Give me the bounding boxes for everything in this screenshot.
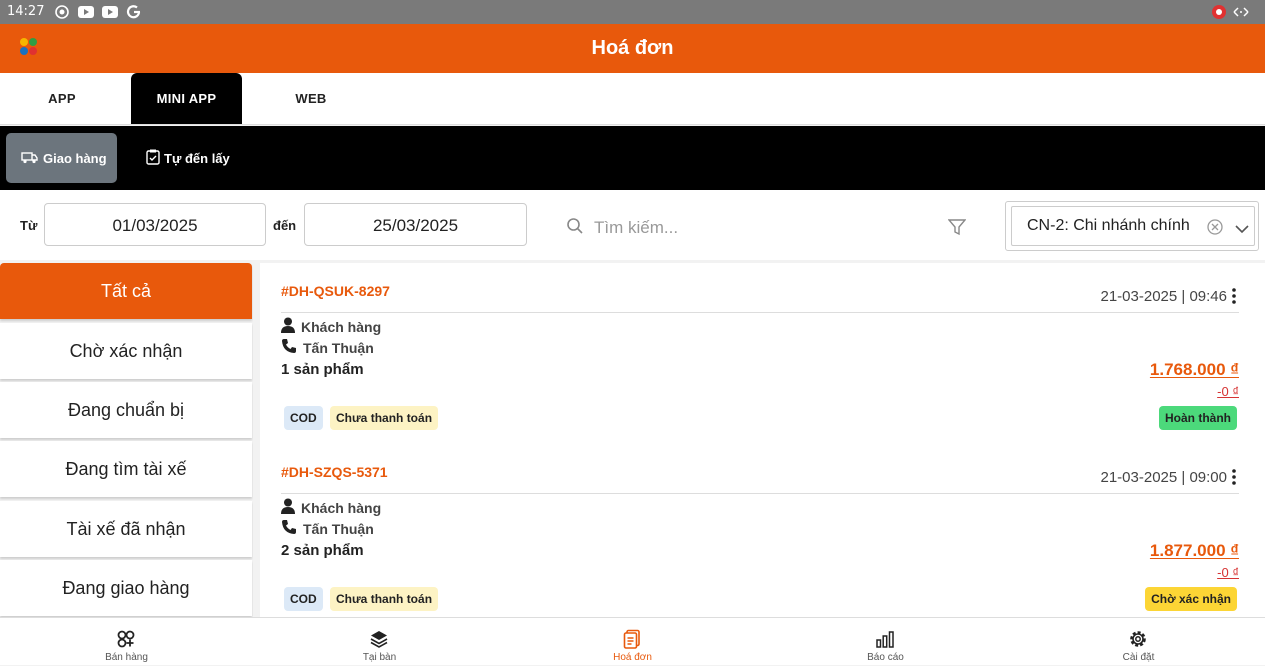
customer-name: Khách hàng [301,499,382,516]
delivery-type-bar: Giao hàng Tự đến lấy [0,126,1265,190]
divider [281,312,1239,313]
status-sidebar: Tất cả Chờ xác nhận Đang chuẩn bị Đang t… [0,263,253,617]
order-code[interactable]: #DH-SZQS-5371 [281,464,388,480]
delivery-button[interactable]: Giao hàng [6,133,117,183]
chart-icon [875,629,895,649]
nav-label: Tại bàn [362,652,397,663]
search-icon [566,217,584,240]
sidebar-item-finding-driver[interactable]: Đang tìm tài xế [0,441,252,497]
payment-method-badge: COD [284,587,323,611]
youtube-icon [102,4,118,20]
record-icon [54,4,70,20]
nav-label: Cài đặt [1122,652,1155,663]
youtube-icon [78,4,94,20]
pickup-button[interactable]: Tự đến lấy [146,133,256,183]
grid-icon [116,629,136,649]
customer-name: Khách hàng [301,318,382,335]
page-title: Hoá đơn [591,37,674,59]
sidebar-item-driver-accepted[interactable]: Tài xế đã nhận [0,501,252,557]
filter-icon[interactable] [947,218,967,241]
payment-method-badge: COD [284,406,323,430]
layers-icon [369,629,389,649]
product-count: 1 sản phẩm [281,361,364,378]
contact-name: Tấn Thuận [303,520,374,537]
cast-icon [1211,4,1227,23]
gear-icon [1128,629,1148,649]
sidebar-item-all[interactable]: Tất cả [0,263,252,319]
sidebar-item-pending[interactable]: Chờ xác nhận [0,323,252,379]
order-datetime: 21-03-2025 | 09:00 [1100,469,1228,486]
chevron-down-icon[interactable] [1235,221,1249,239]
nav-item-sales[interactable]: Bán hàng [0,618,253,666]
order-list: #DH-QSUK-8297 21-03-2025 | 09:46 Khách h… [260,263,1265,617]
nav-item-report[interactable]: Báo cáo [759,618,1012,666]
phone-icon [281,519,297,538]
order-card[interactable]: #DH-SZQS-5371 21-03-2025 | 09:00 Khách h… [281,444,1239,617]
branch-select[interactable]: CN-2: Chi nhánh chính [1005,201,1259,251]
search-bar[interactable]: Tìm kiếm... [566,215,936,241]
status-bar: 14:27 [0,0,1265,24]
more-options-icon[interactable] [1229,467,1239,487]
to-label: đến [273,218,297,233]
app-bar: Hoá đơn [0,24,1265,73]
search-input[interactable]: Tìm kiếm... [594,218,678,238]
delivery-label: Giao hàng [43,150,107,166]
user-icon [281,498,295,517]
data-transfer-icon [1233,4,1249,23]
order-discount: -0 ₫ [1217,565,1239,580]
user-icon [281,317,295,336]
divider [281,493,1239,494]
nav-label: Hoá đơn [613,652,652,663]
order-code[interactable]: #DH-QSUK-8297 [281,283,390,299]
pickup-label: Tự đến lấy [164,150,230,166]
invoice-icon [622,629,642,649]
nav-label: Báo cáo [867,652,904,663]
truck-icon [21,150,39,167]
payment-status-badge: Chưa thanh toán [330,406,439,430]
order-amount: 1.768.000 ₫ [1149,360,1239,379]
status-time: 14:27 [7,4,45,19]
from-date-input[interactable]: 01/03/2025 [44,203,266,246]
tab-app[interactable]: APP [0,73,124,124]
sidebar-item-delivering[interactable]: Đang giao hàng [0,560,252,616]
order-card[interactable]: #DH-QSUK-8297 21-03-2025 | 09:46 Khách h… [281,263,1239,445]
clipboard-icon [146,149,160,168]
channel-tabs: APP MINI APP WEB [0,73,1265,125]
payment-status-badge: Chưa thanh toán [330,587,439,611]
nav-label: Bán hàng [105,652,148,663]
clear-icon[interactable] [1207,219,1223,240]
phone-icon [281,338,297,357]
contact-name: Tấn Thuận [303,339,374,356]
order-amount: 1.877.000 ₫ [1149,541,1239,560]
bottom-nav: Bán hàng Tại bàn Hoá đơn Báo cáo Cài đặt [0,617,1265,665]
order-status-badge: Hoàn thành [1159,406,1237,430]
order-status-badge: Chờ xác nhận [1145,587,1237,611]
to-date-input[interactable]: 25/03/2025 [304,203,527,246]
more-options-icon[interactable] [1229,286,1239,306]
branch-select-value: CN-2: Chi nhánh chính [1027,217,1190,234]
nav-item-invoice[interactable]: Hoá đơn [506,618,759,666]
tab-mini-app[interactable]: MINI APP [131,73,242,124]
tab-web[interactable]: WEB [250,73,372,124]
order-datetime: 21-03-2025 | 09:46 [1100,288,1228,305]
sidebar-item-preparing[interactable]: Đang chuẩn bị [0,382,252,438]
nav-item-table[interactable]: Tại bàn [253,618,506,666]
order-discount: -0 ₫ [1217,384,1239,399]
from-label: Từ [20,218,38,233]
product-count: 2 sản phẩm [281,542,364,559]
nav-item-settings[interactable]: Cài đặt [1012,618,1265,666]
google-icon [126,4,142,20]
